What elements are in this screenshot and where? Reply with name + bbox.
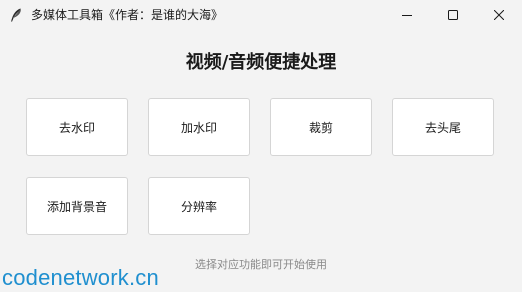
- close-button[interactable]: [476, 0, 522, 30]
- trim-head-tail-button[interactable]: 去头尾: [392, 98, 494, 156]
- resolution-button[interactable]: 分辨率: [148, 177, 250, 235]
- minimize-icon: [402, 10, 412, 20]
- remove-watermark-button[interactable]: 去水印: [26, 98, 128, 156]
- maximize-button[interactable]: [430, 0, 476, 30]
- site-watermark: codenetwork.cn: [2, 265, 159, 290]
- maximize-icon: [448, 10, 458, 20]
- title-bar[interactable]: 多媒体工具箱《作者：是谁的大海》: [0, 0, 522, 30]
- close-icon: [494, 10, 504, 20]
- app-window: 多媒体工具箱《作者：是谁的大海》 视频/音频便捷处理 去水印 加水印 裁剪 去头…: [0, 0, 522, 292]
- minimize-button[interactable]: [384, 0, 430, 30]
- feather-icon: [8, 7, 24, 23]
- add-background-music-button[interactable]: 添加背景音: [26, 177, 128, 235]
- window-title: 多媒体工具箱《作者：是谁的大海》: [31, 8, 224, 22]
- page-title: 视频/音频便捷处理: [185, 52, 337, 73]
- add-watermark-button[interactable]: 加水印: [148, 98, 250, 156]
- crop-button[interactable]: 裁剪: [270, 98, 372, 156]
